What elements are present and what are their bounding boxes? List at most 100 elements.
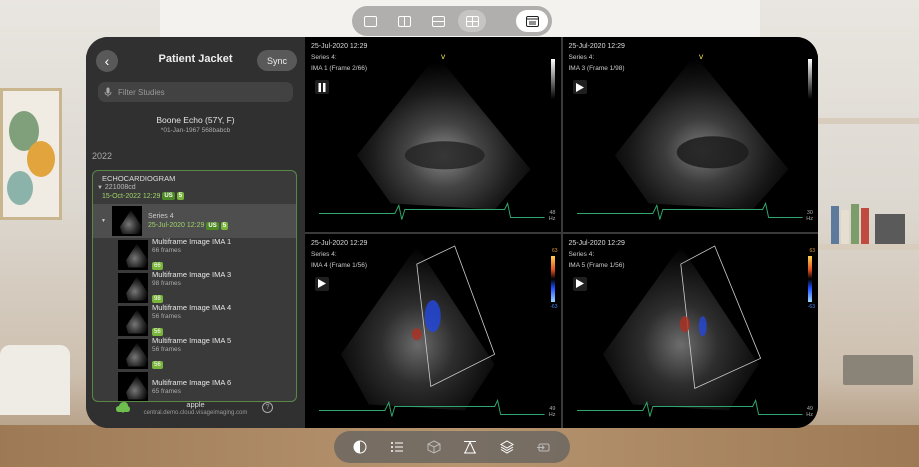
frame-count-badge: 66 bbox=[152, 262, 163, 270]
doppler-color-bar bbox=[808, 255, 812, 302]
layers-icon[interactable] bbox=[499, 440, 514, 454]
filter-studies-input[interactable] bbox=[118, 87, 268, 97]
viewport-date: 25-Jul-2020 12:29 bbox=[311, 239, 368, 247]
viewport-2[interactable]: v 25-Jul-2020 12:29 Series 4: IMA 3 (Fra… bbox=[562, 37, 818, 232]
svg-text:v: v bbox=[441, 52, 446, 61]
viewport-4[interactable]: 25-Jul-2020 12:29 Series 4: IMA 5 (Frame… bbox=[562, 233, 818, 428]
filter-studies-field[interactable] bbox=[98, 82, 293, 102]
image-count-badge: 5 bbox=[220, 221, 229, 230]
frame-count-badge: 98 bbox=[152, 295, 163, 303]
image-frames: 98 frames bbox=[152, 280, 181, 287]
background-book-stack bbox=[843, 355, 913, 385]
play-icon bbox=[318, 279, 326, 288]
viewport-image-info: IMA 5 (Frame 1/56) bbox=[568, 261, 625, 269]
bottom-toolbar bbox=[334, 431, 570, 463]
viewport-series: Series 4: bbox=[311, 250, 337, 258]
play-icon bbox=[575, 82, 584, 92]
frame-count-badge: 56 bbox=[152, 361, 163, 369]
background-books bbox=[817, 200, 919, 244]
grid-2x2-icon bbox=[465, 15, 479, 27]
exit-icon[interactable] bbox=[536, 440, 551, 454]
series-date-row: 25-Jul-2020 12:29 US 5 bbox=[147, 221, 229, 230]
background-lamp bbox=[0, 345, 70, 415]
play-button[interactable] bbox=[572, 276, 587, 291]
viewport-grid: v 25-Jul-2020 12:29 Series 4: IMA 1 (Fra… bbox=[305, 37, 818, 428]
viewport-image-info: IMA 1 (Frame 2/66) bbox=[311, 65, 367, 72]
split-horizontal-icon bbox=[431, 15, 445, 27]
viewport-3[interactable]: 25-Jul-2020 12:29 Series 4: IMA 4 (Frame… bbox=[305, 233, 561, 428]
pause-button[interactable] bbox=[315, 80, 329, 94]
patient-name: Boone Echo (57Y, F) bbox=[156, 115, 235, 125]
image-frames: 66 frames bbox=[152, 247, 181, 254]
grayscale-bar bbox=[808, 59, 812, 99]
series-thumbnail bbox=[111, 206, 142, 236]
back-button[interactable]: ‹ bbox=[96, 50, 118, 72]
list-icon[interactable] bbox=[390, 440, 404, 454]
series-date: 25-Jul-2020 12:29 bbox=[147, 222, 205, 229]
series-count-badge: 5 bbox=[176, 192, 185, 200]
server-footer: apple central.demo.cloud.visageimaging.c… bbox=[86, 398, 305, 422]
patient-jacket-panel: ‹ Patient Jacket Sync Boone Echo (57Y, F… bbox=[86, 37, 305, 428]
play-button[interactable] bbox=[315, 276, 329, 291]
background-shelf bbox=[817, 118, 919, 124]
study-id-row[interactable]: ▼ 221008cd bbox=[97, 184, 296, 191]
viewport-image-info: IMA 3 (Frame 1/98) bbox=[568, 65, 625, 72]
chevron-left-icon: ‹ bbox=[104, 53, 110, 69]
series-row[interactable]: ▼ Series 4 25-Jul-2020 12:29 US 5 bbox=[93, 204, 296, 238]
study-id: 221008cd bbox=[104, 184, 136, 191]
panel-header: ‹ Patient Jacket Sync bbox=[86, 37, 305, 81]
doppler-scale-max: 63 bbox=[809, 247, 815, 254]
pause-icon bbox=[318, 82, 326, 92]
study-date: 15-Oct-2022 12:29 bbox=[102, 192, 161, 200]
frame-rate-label: 49 Hz bbox=[548, 406, 556, 418]
layout-2x1-button[interactable] bbox=[424, 10, 452, 32]
play-icon bbox=[575, 279, 584, 288]
viewport-series: Series 4: bbox=[568, 54, 595, 61]
doppler-color-bar bbox=[550, 255, 555, 302]
image-frames: 56 frames bbox=[152, 346, 181, 353]
image-list-item[interactable]: Multiframe Image IMA 4 56 frames 56 bbox=[93, 303, 296, 337]
viewport-1[interactable]: v 25-Jul-2020 12:29 Series 4: IMA 1 (Fra… bbox=[305, 37, 561, 232]
layout-1x1-button[interactable] bbox=[356, 10, 384, 32]
panel-title: Patient Jacket bbox=[158, 53, 233, 65]
sync-button[interactable]: Sync bbox=[256, 50, 297, 71]
viewport-date: 25-Jul-2020 12:29 bbox=[568, 43, 625, 50]
image-title: Multiframe Image IMA 3 bbox=[152, 270, 232, 279]
viewport-series: Series 4: bbox=[568, 250, 595, 258]
background-painting bbox=[0, 88, 62, 220]
play-button[interactable] bbox=[572, 80, 587, 94]
viewport-date: 25-Jul-2020 12:29 bbox=[311, 43, 368, 50]
image-title: Multiframe Image IMA 6 bbox=[152, 378, 232, 387]
microphone-icon[interactable] bbox=[104, 87, 112, 97]
contrast-icon[interactable] bbox=[353, 440, 367, 454]
image-thumbnail bbox=[118, 371, 148, 401]
collapse-triangle-icon[interactable]: ▼ bbox=[101, 218, 106, 224]
image-list-item[interactable]: Multiframe Image IMA 5 56 frames 56 bbox=[93, 336, 296, 370]
patient-details: *01-Jan-1967 568babcb bbox=[160, 127, 231, 134]
viewport-date: 25-Jul-2020 12:29 bbox=[568, 239, 625, 247]
collapse-triangle-icon[interactable]: ▼ bbox=[97, 185, 103, 191]
single-pane-icon bbox=[363, 15, 377, 27]
image-list-item[interactable]: Multiframe Image IMA 1 66 frames 66 bbox=[93, 237, 296, 271]
study-card[interactable]: ECHOCARDIOGRAM ▼ 221008cd 15-Oct-2022 12… bbox=[92, 170, 297, 402]
image-thumbnail bbox=[118, 338, 148, 369]
layout-toolbar bbox=[352, 6, 552, 36]
help-icon[interactable]: ? bbox=[262, 402, 273, 413]
cube-icon[interactable] bbox=[427, 440, 441, 454]
frame-rate-label: 49 Hz bbox=[806, 406, 813, 418]
window-menu-icon bbox=[525, 15, 539, 27]
frame-rate-label: 48 Hz bbox=[548, 209, 556, 222]
image-title: Multiframe Image IMA 1 bbox=[152, 237, 232, 246]
measure-icon[interactable] bbox=[463, 440, 477, 454]
patient-info: Boone Echo (57Y, F) *01-Jan-1967 568babc… bbox=[86, 115, 305, 134]
image-list: Multiframe Image IMA 1 66 frames 66 Mult… bbox=[93, 237, 296, 401]
image-list-item[interactable]: Multiframe Image IMA 3 98 frames 98 bbox=[93, 270, 296, 304]
image-frames: 56 frames bbox=[152, 313, 181, 320]
doppler-scale-max: 63 bbox=[551, 247, 558, 254]
image-title: Multiframe Image IMA 4 bbox=[152, 303, 232, 312]
layout-menu-button[interactable] bbox=[516, 10, 548, 32]
frame-rate-label: 30 Hz bbox=[806, 209, 813, 222]
layout-1x2-button[interactable] bbox=[390, 10, 418, 32]
server-url: central.demo.cloud.visageimaging.com bbox=[143, 410, 248, 416]
layout-2x2-button[interactable] bbox=[458, 10, 486, 32]
